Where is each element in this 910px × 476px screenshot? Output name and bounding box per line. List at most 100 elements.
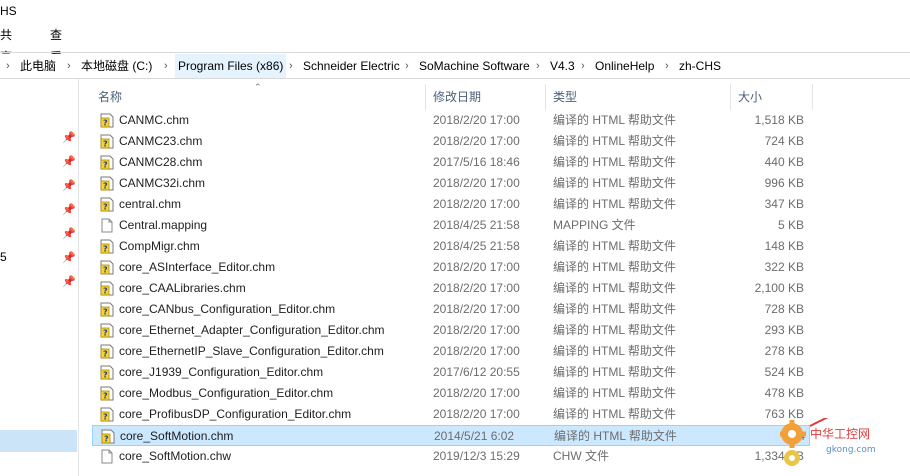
file-row[interactable]: ? CANMC23.chm 2018/2/20 17:00 编译的 HTML 帮助文件… bbox=[92, 131, 810, 152]
file-type: 编译的 HTML 帮助文件 bbox=[553, 365, 676, 379]
file-name: core_Ethernet_Adapter_Configuration_Edit… bbox=[119, 323, 385, 337]
file-date: 2017/5/16 18:46 bbox=[433, 155, 520, 169]
file-name: core_SoftMotion.chm bbox=[120, 429, 234, 443]
file-size: 293 KB bbox=[764, 323, 804, 337]
file-row[interactable]: ? core_ASInterface_Editor.chm 2018/2/20 17… bbox=[92, 257, 810, 278]
file-row[interactable]: ? central.chm 2018/2/20 17:00 编译的 HTML 帮助文件… bbox=[92, 194, 810, 215]
file-date: 2018/4/25 21:58 bbox=[433, 218, 520, 232]
file-name: core_EthernetIP_Slave_Configuration_Edit… bbox=[119, 344, 384, 358]
svg-text:?: ? bbox=[103, 140, 108, 149]
column-header-type[interactable]: 类型 bbox=[553, 86, 577, 108]
sort-ascending-icon: ⌃ bbox=[254, 82, 262, 92]
chm-help-icon: ? bbox=[100, 134, 114, 149]
file-row[interactable]: ? core_CANbus_Configuration_Editor.chm 201… bbox=[92, 299, 810, 320]
chm-help-icon: ? bbox=[100, 155, 114, 170]
file-row[interactable]: ? core_Modbus_Configuration_Editor.chm 201… bbox=[92, 383, 810, 404]
column-header-date[interactable]: 修改日期 bbox=[433, 86, 481, 108]
chevron-right-icon[interactable]: › bbox=[164, 54, 168, 78]
breadcrumb-item[interactable]: 本地磁盘 (C:) bbox=[78, 54, 155, 78]
file-name: CANMC.chm bbox=[119, 113, 190, 127]
file-date: 2018/2/20 17:00 bbox=[433, 113, 520, 127]
svg-text:?: ? bbox=[103, 392, 108, 401]
breadcrumb-item[interactable]: V4.3 bbox=[547, 54, 578, 78]
file-type: 编译的 HTML 帮助文件 bbox=[553, 344, 676, 358]
file-row[interactable]: ? core_SoftMotion.chm 2014/5/21 6:02 编译的 HT… bbox=[92, 425, 810, 446]
file-type: 编译的 HTML 帮助文件 bbox=[553, 386, 676, 400]
file-date: 2018/2/20 17:00 bbox=[433, 386, 520, 400]
chevron-right-icon[interactable]: › bbox=[289, 54, 293, 78]
column-header-size[interactable]: 大小 bbox=[738, 86, 762, 108]
file-name: core_ASInterface_Editor.chm bbox=[119, 260, 276, 274]
watermark-url: gkong.com bbox=[826, 445, 876, 455]
file-row[interactable]: ? CompMigr.chm 2018/4/25 21:58 编译的 HTML 帮助文… bbox=[92, 236, 810, 257]
file-row[interactable]: ? CANMC28.chm 2017/5/16 18:46 编译的 HTML 帮助文件… bbox=[92, 152, 810, 173]
nav-item-selected[interactable] bbox=[0, 430, 77, 452]
svg-text:?: ? bbox=[103, 329, 108, 338]
file-row[interactable]: ? CANMC32i.chm 2018/2/20 17:00 编译的 HTML 帮助文… bbox=[92, 173, 810, 194]
file-row[interactable]: Central.mapping 2018/4/25 21:58 MAPPING 文件… bbox=[92, 215, 810, 236]
column-divider[interactable] bbox=[730, 84, 731, 110]
chm-help-icon: ? bbox=[100, 281, 114, 296]
svg-text:?: ? bbox=[103, 203, 108, 212]
svg-text:?: ? bbox=[103, 287, 108, 296]
svg-text:?: ? bbox=[103, 413, 108, 422]
file-row[interactable]: ? CANMC.chm 2018/2/20 17:00 编译的 HTML 帮助文件 1,… bbox=[92, 110, 810, 131]
file-size: 347 KB bbox=[764, 197, 804, 211]
chevron-right-icon[interactable]: › bbox=[67, 54, 71, 78]
breadcrumb-item[interactable]: 此电脑 bbox=[17, 54, 59, 78]
file-name: core_J1939_Configuration_Editor.chm bbox=[119, 365, 324, 379]
file-size: 524 KB bbox=[764, 365, 804, 379]
chevron-right-icon[interactable]: › bbox=[536, 54, 540, 78]
column-divider[interactable] bbox=[812, 84, 813, 110]
chevron-right-icon[interactable]: › bbox=[581, 54, 585, 78]
chm-help-icon: ? bbox=[100, 302, 114, 317]
file-name: CANMC32i.chm bbox=[119, 176, 206, 190]
file-name: CompMigr.chm bbox=[119, 239, 200, 253]
pin-icon[interactable]: 📌 bbox=[62, 132, 76, 144]
file-date: 2019/12/3 15:29 bbox=[433, 449, 520, 463]
pin-icon[interactable]: 📌 bbox=[62, 276, 76, 288]
column-divider[interactable] bbox=[425, 84, 426, 110]
breadcrumb-item[interactable]: Schneider Electric bbox=[300, 54, 403, 78]
svg-text:?: ? bbox=[103, 350, 108, 359]
column-header-name[interactable]: 名称 bbox=[98, 86, 122, 108]
svg-text:?: ? bbox=[103, 182, 108, 191]
watermark-logo: 中华工控网 gkong.com bbox=[780, 418, 876, 466]
breadcrumb-item[interactable]: Program Files (x86) bbox=[175, 54, 287, 78]
file-size: 1,518 KB bbox=[754, 113, 804, 127]
file-size: 996 KB bbox=[764, 176, 804, 190]
chevron-right-icon[interactable]: › bbox=[405, 54, 409, 78]
blank-file-icon bbox=[101, 218, 113, 233]
address-bar[interactable]: › 此电脑 › 本地磁盘 (C:) › Program Files (x86) … bbox=[0, 54, 910, 79]
breadcrumb-item[interactable]: OnlineHelp bbox=[592, 54, 657, 78]
breadcrumb-item[interactable]: SoMachine Software bbox=[416, 54, 533, 78]
file-row[interactable]: ? core_EthernetIP_Slave_Configuration_Edi… bbox=[92, 341, 810, 362]
column-divider[interactable] bbox=[545, 84, 546, 110]
pin-icon[interactable]: 📌 bbox=[62, 156, 76, 168]
pin-icon[interactable]: 📌 bbox=[62, 252, 76, 264]
file-row[interactable]: ? core_ProfibusDP_Configuration_Editor.ch… bbox=[92, 404, 810, 425]
file-name: core_CANbus_Configuration_Editor.chm bbox=[119, 302, 336, 316]
file-row[interactable]: ? core_Ethernet_Adapter_Configuration_Edi… bbox=[92, 320, 810, 341]
file-date: 2018/4/25 21:58 bbox=[433, 239, 520, 253]
file-row[interactable]: ? core_CAALibraries.chm 2018/2/20 17:00 编译的… bbox=[92, 278, 810, 299]
file-date: 2018/2/20 17:00 bbox=[433, 281, 520, 295]
pin-icon[interactable]: 📌 bbox=[62, 180, 76, 192]
chevron-right-icon[interactable]: › bbox=[6, 54, 10, 78]
nav-item-label[interactable]: 5 bbox=[0, 250, 7, 264]
svg-text:?: ? bbox=[103, 266, 108, 275]
breadcrumb-item[interactable]: zh-CHS bbox=[676, 54, 724, 78]
file-type: 编译的 HTML 帮助文件 bbox=[553, 323, 676, 337]
file-size: 2,100 KB bbox=[754, 281, 804, 295]
file-type: 编译的 HTML 帮助文件 bbox=[553, 176, 676, 190]
svg-text:?: ? bbox=[103, 371, 108, 380]
pin-icon[interactable]: 📌 bbox=[62, 204, 76, 216]
chevron-right-icon[interactable]: › bbox=[665, 54, 669, 78]
navigation-pane[interactable]: 📌 📌 📌 📌 📌 📌 📌 5 bbox=[0, 79, 79, 476]
file-name: core_Modbus_Configuration_Editor.chm bbox=[119, 386, 334, 400]
file-row[interactable]: core_SoftMotion.chw 2019/12/3 15:29 CHW 文件… bbox=[92, 446, 810, 467]
pin-icon[interactable]: 📌 bbox=[62, 228, 76, 240]
file-type: 编译的 HTML 帮助文件 bbox=[553, 113, 676, 127]
file-size: 278 KB bbox=[764, 344, 804, 358]
file-row[interactable]: ? core_J1939_Configuration_Editor.chm 2017… bbox=[92, 362, 810, 383]
